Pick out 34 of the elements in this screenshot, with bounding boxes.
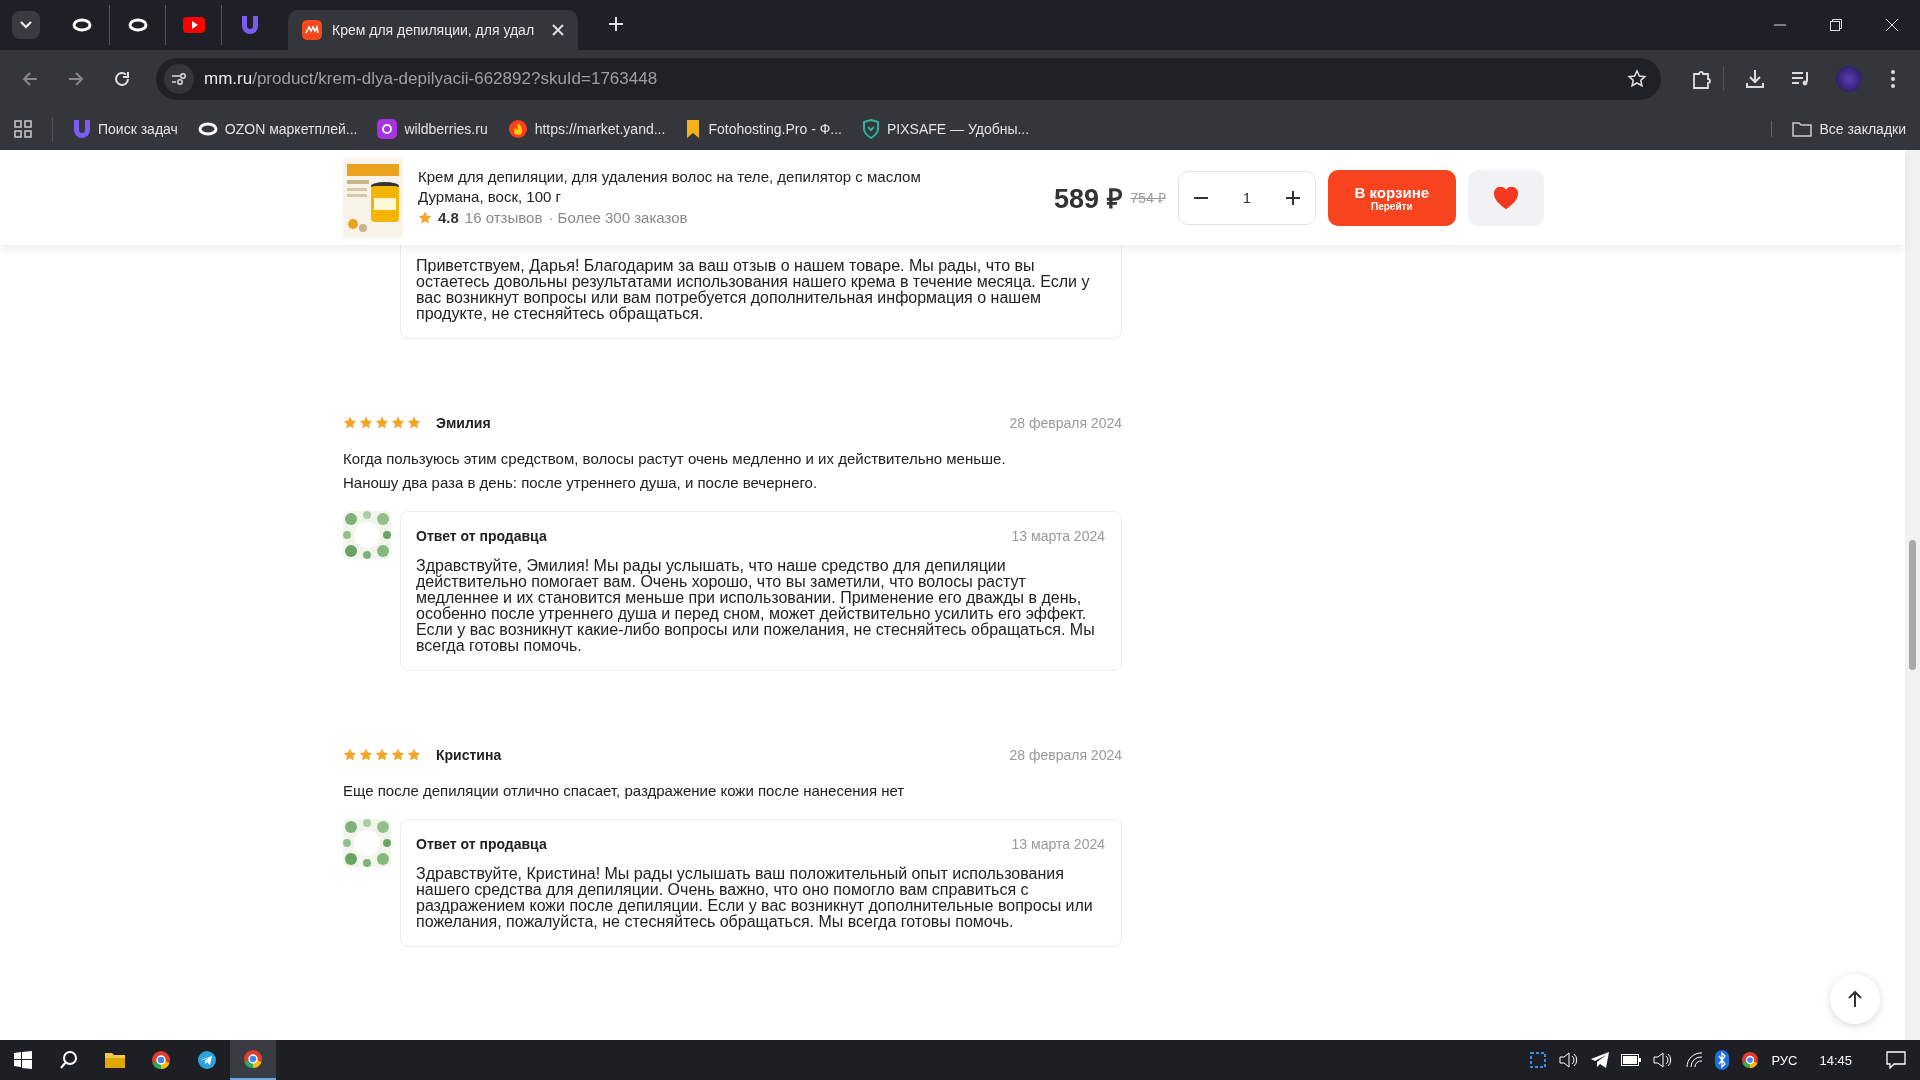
bookmark[interactable]: Fotohosting.Pro - Ф... bbox=[685, 118, 842, 139]
review-date: 28 февраля 2024 bbox=[1009, 747, 1122, 763]
bookmark[interactable]: OZON маркетплей... bbox=[197, 120, 358, 137]
rating-value: 4.8 bbox=[438, 208, 459, 228]
url-text: mm.ru/product/krem-dlya-depilyacii-662892?skuId=1763448 bbox=[204, 68, 659, 89]
author-name: Эмилия bbox=[436, 415, 491, 431]
review-text: Еще после депиляции отлично спасает, раздражение кожи после нанесения нет bbox=[343, 781, 906, 801]
reply-text: Здравствуйте, Эмилия! Мы рады услышать, что наше средство для депиляции действительно помогает вам. Очень хорошо, что вы заметили, что волосы растут медленнее и их становится меньше при использовании. Применение его дважды в день, особенно после утреннего душа и перед сном, может действительно усилить его эффект. Если у вас возникнут какие-либо вопросы или пожелания, не стесняйтесь обращаться. Мы всегда готовы помочь. bbox=[416, 557, 1095, 654]
bookmark[interactable]: PIXSAFE — Удобны... bbox=[862, 118, 1030, 139]
reply-title: Ответ от продавца bbox=[416, 836, 547, 852]
clock[interactable]: 14:45 bbox=[1819, 1052, 1852, 1068]
bookmark[interactable]: https://market.yand... bbox=[507, 118, 666, 139]
review-text: Наношу два раза в день: после утреннего душа, и после вечернего. bbox=[343, 473, 819, 493]
all-bookmarks-button[interactable]: Все закладки bbox=[1771, 120, 1906, 137]
reply-date: 13 марта 2024 bbox=[1011, 528, 1105, 544]
orders-count: · Более 300 заказов bbox=[548, 208, 688, 228]
bookmark[interactable]: Поиск задач bbox=[73, 118, 178, 139]
browser-tab[interactable]: Крем для депиляции, для удал bbox=[288, 10, 578, 50]
language-indicator[interactable]: РУС bbox=[1771, 1052, 1798, 1068]
product-title: Крем для депиляции, для удаления волос на теле, депилятор с маслом Дурмана, воск, 100 г bbox=[418, 167, 922, 207]
cart-button[interactable]: В корзине Перейти bbox=[1327, 169, 1456, 226]
price: 589 ₽ bbox=[1054, 183, 1123, 216]
quantity-value: 1 bbox=[1242, 189, 1251, 206]
reply-title: Ответ от продавца bbox=[416, 528, 547, 544]
address-bar[interactable]: mm.ru/product/krem-dlya-depilyacii-662892?skuId=1763448 bbox=[156, 57, 1661, 100]
review-text: Когда пользуюсь этим средством, волосы растут очень медленно и их действительно меньше. bbox=[343, 449, 1007, 469]
reply-date: 13 марта 2024 bbox=[1011, 836, 1105, 852]
author-name: Кристина bbox=[436, 747, 502, 763]
reply-text: Приветствуем, Дарья! Благодарим за ваш отзыв о нашем товаре. Мы рады, что вы остаетесь довольны результатами использования нашего крема в течение месяца. Если у вас возникнут вопросы или вам потребуется дополнительная информация о нашем продукте, не стесняйтесь обращаться. bbox=[400, 245, 1122, 339]
old-price: 754 ₽ bbox=[1130, 189, 1166, 207]
review-date: 28 февраля 2024 bbox=[1009, 415, 1122, 431]
reply-text: Здравствуйте, Кристина! Мы рады услышать ваш положительный опыт использования нашего средства для депиляции. Очень важно, что оно помогло вам справиться с раздражением кожи после депиляции. Если у вас возникнут дополнительные вопросы или пожелания, пожалуйста, не стесняйтесь обращаться. Мы всегда готовы помочь. bbox=[416, 865, 1093, 930]
bookmark[interactable]: wildberries.ru bbox=[377, 118, 488, 139]
reviews-link[interactable]: 16 отзывов bbox=[464, 208, 543, 228]
